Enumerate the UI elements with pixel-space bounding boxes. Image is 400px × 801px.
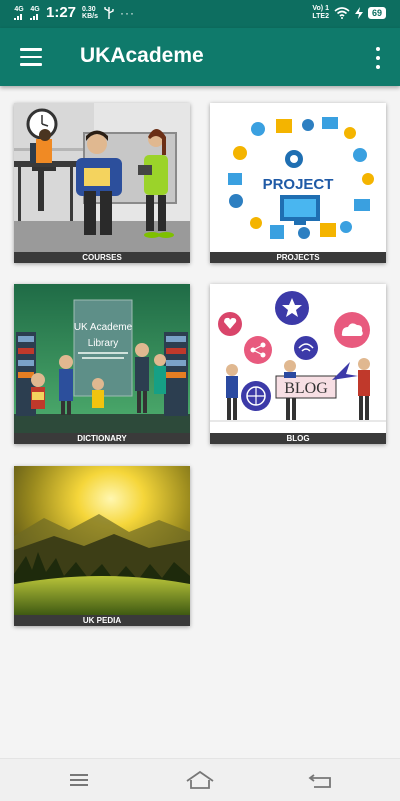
hamburger-menu-icon[interactable] (20, 48, 42, 66)
back-icon[interactable] (306, 769, 336, 791)
usb-icon (104, 6, 114, 19)
volte-line-2: LTE2 (312, 13, 329, 20)
network-indicator-1: 4G (14, 6, 24, 20)
signal-icon (14, 13, 22, 20)
signal-icon (30, 13, 38, 20)
network-label-2: 4G (30, 5, 40, 13)
app-bar: UKAcademe (0, 28, 400, 86)
network-label-1: 4G (14, 5, 24, 13)
projects-illustration: PROJECT (210, 103, 386, 252)
network-speed: 0.30 KB/s (82, 6, 98, 20)
overflow-menu-icon[interactable] (374, 47, 382, 69)
blog-illustration: BLOG (210, 284, 386, 433)
library-line-1: UK Academe (74, 322, 133, 333)
battery-icon: 69 (367, 7, 386, 19)
volte-indicator: Vo) 1 LTE2 (312, 5, 329, 21)
speed-unit: KB/s (82, 12, 98, 20)
library-line-2: Library (88, 338, 119, 349)
blog-word: BLOG (284, 380, 328, 397)
tile-dictionary[interactable]: UK Academe Library DICTIONARY (14, 284, 190, 444)
charging-icon (354, 7, 363, 19)
clock: 1:27 (46, 4, 77, 21)
network-indicator-2: 4G (30, 6, 40, 20)
home-icon[interactable] (185, 769, 215, 791)
app-title: UKAcademe (80, 44, 204, 67)
tile-uk-pedia[interactable]: UK PEDIA (14, 466, 190, 626)
system-navigation-bar (0, 758, 400, 801)
project-word: PROJECT (263, 176, 334, 193)
more-notifications-icon: ··· (119, 5, 135, 20)
uk-pedia-illustration (14, 466, 190, 615)
tile-label: BLOG (210, 433, 386, 444)
tile-label: PROJECTS (210, 252, 386, 263)
speed-value: 0.30 (82, 5, 96, 13)
tile-courses[interactable]: COURSES (14, 103, 190, 263)
recents-icon[interactable] (64, 769, 94, 791)
wifi-icon (334, 7, 350, 19)
dictionary-illustration: UK Academe Library (14, 284, 190, 433)
tile-blog[interactable]: BLOG BLOG (210, 284, 386, 444)
tile-label: COURSES (14, 252, 190, 263)
tile-projects[interactable]: PROJECT PROJECTS (210, 103, 386, 263)
courses-illustration (14, 103, 190, 252)
tile-label: DICTIONARY (14, 433, 190, 444)
status-bar: 4G 4G 1:27 0.30 KB/s ··· Vo) 1 LTE2 69 (0, 0, 400, 28)
volte-line-1: Vo) 1 (312, 5, 329, 12)
tile-label: UK PEDIA (14, 615, 190, 626)
